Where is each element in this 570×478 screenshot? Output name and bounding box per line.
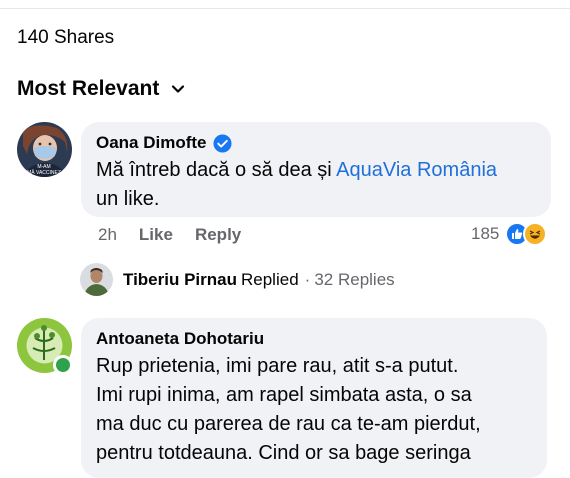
comment-text: Mă întreb dacă o să dea și AquaVia Român…	[96, 156, 546, 214]
comment-line: Imi rupi inima, am rapel simbata asta, o…	[96, 384, 472, 406]
comment-line: Rup prietenia, imi pare rau, atit s-a pu…	[96, 355, 459, 377]
avatar-caption-line2: MĂ VACCINEZ	[27, 169, 61, 176]
avatar	[80, 263, 113, 296]
reply-separator: ·	[304, 269, 311, 289]
avatar[interactable]: M-AM MĂ VACCINEZ	[17, 122, 72, 177]
reply-verb: Replied	[241, 269, 299, 289]
reply-count: 32 Replies	[314, 269, 395, 289]
comment-time[interactable]: 2h	[98, 225, 117, 245]
comment-text-prefix: Mă întreb dacă o să dea și	[96, 159, 337, 181]
mention-link[interactable]: AquaVia România	[336, 159, 497, 181]
shares-count[interactable]: 140 Shares	[17, 27, 114, 49]
verified-badge-icon	[213, 133, 232, 153]
view-replies[interactable]: Tiberiu Pirnau Replied · 32 Replies	[80, 263, 395, 296]
comment-bubble: Antoaneta Dohotariu Rup prietenia, imi p…	[81, 318, 547, 478]
haha-reaction-icon	[523, 222, 548, 246]
comment-text: Rup prietenia, imi pare rau, atit s-a pu…	[96, 352, 546, 468]
comment-line: ma duc cu parerea de rau ca te-am pierdu…	[96, 413, 481, 435]
comment-text-line2: un like.	[96, 188, 160, 210]
comment-actions: 2h Like Reply	[98, 225, 241, 245]
top-divider	[0, 8, 570, 9]
comment-bubble: Oana Dimofte Mă întreb dacă o să dea și …	[81, 122, 551, 217]
reply-author: Tiberiu Pirnau	[123, 269, 237, 289]
like-button[interactable]: Like	[139, 225, 173, 245]
online-status-indicator	[53, 355, 73, 375]
comment-author[interactable]: Oana Dimofte	[96, 133, 207, 153]
sort-label: Most Relevant	[17, 77, 160, 100]
reaction-count: 185	[471, 224, 500, 243]
reactions-summary[interactable]: 185	[471, 222, 548, 246]
reply-button[interactable]: Reply	[195, 225, 241, 245]
comment-author[interactable]: Antoaneta Dohotariu	[96, 329, 264, 348]
chevron-down-icon	[172, 85, 185, 93]
comment-line: pentru totdeauna. Cind or sa bage sering…	[96, 442, 471, 464]
sort-dropdown[interactable]: Most Relevant	[17, 77, 185, 101]
